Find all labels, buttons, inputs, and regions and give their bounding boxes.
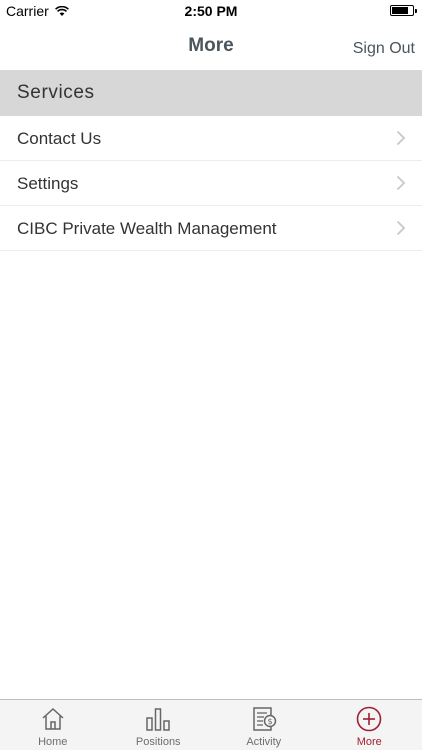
- list-item-label: Contact Us: [17, 129, 102, 148]
- list-item-label: Settings: [17, 174, 79, 193]
- list-item-private-wealth[interactable]: CIBC Private Wealth Management: [0, 206, 422, 251]
- tab-positions[interactable]: Positions: [106, 700, 212, 750]
- sign-out-button[interactable]: Sign Out: [353, 40, 415, 58]
- clock: 2:50 PM: [184, 3, 238, 19]
- tab-activity[interactable]: $ Activity: [211, 700, 317, 750]
- document-dollar-icon: $: [253, 707, 276, 731]
- list-item-label: CIBC Private Wealth Management: [17, 219, 277, 238]
- tab-label: More: [356, 736, 382, 748]
- chevron-right-icon: [396, 130, 406, 146]
- chevron-right-icon: [396, 220, 406, 236]
- section-title: Services: [17, 82, 95, 103]
- tab-label: Positions: [135, 736, 181, 748]
- tab-more[interactable]: More: [317, 700, 422, 750]
- svg-text:$: $: [267, 717, 272, 726]
- status-bar: Carrier 2:50 PM: [0, 0, 422, 22]
- chevron-right-icon: [396, 175, 406, 191]
- home-icon: [42, 707, 64, 730]
- tab-bar: Home Positions $ Activity More: [0, 699, 422, 750]
- tab-label: Activity: [246, 736, 282, 748]
- battery-icon: [390, 5, 417, 16]
- tab-home[interactable]: Home: [0, 700, 106, 750]
- services-list: Contact Us Settings CIBC Private Wealth …: [0, 116, 422, 251]
- battery-fill: [392, 7, 408, 14]
- list-item-settings[interactable]: Settings: [0, 161, 422, 206]
- tab-label: Home: [38, 736, 68, 748]
- bar-chart-icon: [146, 708, 170, 731]
- section-header-services: Services: [0, 70, 422, 116]
- plus-circle-icon: [356, 706, 382, 732]
- navigation-bar: More Sign Out: [0, 22, 422, 70]
- list-item-contact-us[interactable]: Contact Us: [0, 116, 422, 161]
